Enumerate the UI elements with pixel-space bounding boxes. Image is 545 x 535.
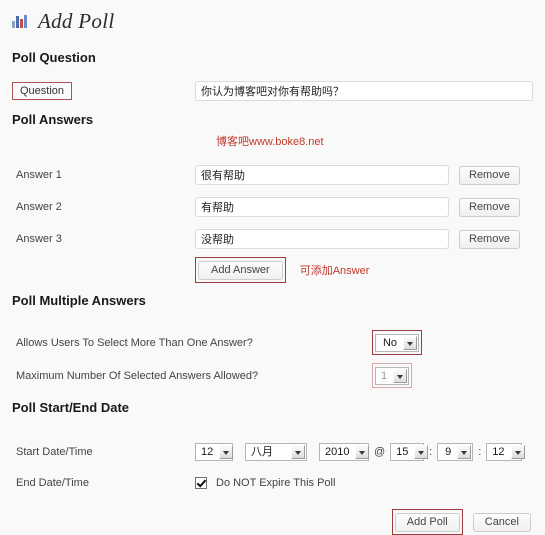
max-answers-label: Maximum Number Of Selected Answers Allow… [16,369,259,382]
add-answer-row: Add Answer 可添加Answer [0,255,545,285]
start-second-value: 12 [492,446,505,458]
answer-label: Answer 1 [16,169,62,181]
section-heading-poll-start-end-date: Poll Start/End Date [12,400,130,415]
allow-multiple-select[interactable]: No [375,334,419,352]
allow-multiple-highlight: No [372,330,422,355]
answer-label: Answer 2 [16,201,62,213]
start-month-select[interactable]: 八月 [245,443,307,461]
start-hour-value: 15 [396,446,409,458]
no-expire-label: Do NOT Expire This Poll [216,477,336,489]
add-answer-button[interactable]: Add Answer [198,261,283,280]
page-header: Add Poll [0,0,545,36]
start-year-value: 2010 [325,446,350,458]
add-poll-highlight: Add Poll [391,509,463,535]
section-heading-poll-answers: Poll Answers [12,112,94,127]
add-answer-annotation: 可添加Answer [299,265,370,277]
chevron-down-icon [414,445,429,459]
max-answers-select[interactable]: 1 [375,367,409,385]
start-date-label: Start Date/Time [16,446,93,458]
no-expire-checkbox[interactable] [195,477,207,489]
question-label-cell: Question [12,82,195,100]
end-date-row: End Date/Time Do NOT Expire This Poll [0,469,545,497]
start-year-select[interactable]: 2010 [319,443,370,461]
start-minute-value: 9 [445,446,452,458]
start-minute-select[interactable]: 9 [437,443,474,461]
time-separator: : [478,446,482,458]
remove-answer-button[interactable]: Remove [459,165,520,185]
at-separator: @ [374,446,386,458]
start-second-select[interactable]: 12 [486,443,525,461]
chevron-down-icon [393,369,408,383]
answer-row: Answer 1 Remove [0,159,545,191]
answer-input[interactable] [195,197,449,217]
start-date-row: Start Date/Time 12 八月 2010 @ 15 : 9 : 12 [0,435,545,469]
answer-input[interactable] [195,165,449,185]
section-heading-poll-multiple-answers: Poll Multiple Answers [12,293,146,308]
remove-answer-button[interactable]: Remove [459,229,520,249]
allow-multiple-label: Allows Users To Select More Than One Ans… [16,336,253,349]
page-title: Add Poll [38,8,115,33]
footer-actions: Add Poll Cancel [0,509,545,535]
answer-input[interactable] [195,229,449,249]
start-month-value: 八月 [251,446,273,458]
chevron-down-icon [219,445,234,459]
add-answer-highlight: Add Answer [195,257,286,283]
remove-answer-button[interactable]: Remove [459,197,520,217]
allow-multiple-row: Allows Users To Select More Than One Ans… [0,326,545,359]
max-answers-row: Maximum Number Of Selected Answers Allow… [0,359,545,392]
chevron-down-icon [355,445,370,459]
question-row: Question [0,81,545,101]
question-label-box: Question [12,82,73,100]
section-heading-poll-question: Poll Question [12,50,96,65]
max-answers-value: 1 [381,370,388,382]
answer-row: Answer 2 Remove [0,191,545,223]
max-answers-highlight: 1 [372,363,412,388]
start-day-value: 12 [201,446,214,458]
chevron-down-icon [457,445,472,459]
chevron-down-icon [510,445,525,459]
chevron-down-icon [403,336,417,350]
answer-label: Answer 3 [16,233,62,245]
answer-row: Answer 3 Remove [0,223,545,255]
end-date-label: End Date/Time [16,477,89,489]
add-poll-button[interactable]: Add Poll [394,513,460,532]
cancel-button[interactable]: Cancel [472,512,531,532]
start-day-select[interactable]: 12 [195,443,234,461]
bar-chart-icon [12,14,28,28]
time-separator: : [429,446,433,458]
allow-multiple-value: No [382,337,397,349]
question-input[interactable] [195,81,533,101]
chevron-down-icon [291,445,305,459]
watermark-text: 博客吧www.boke8.net [216,136,324,148]
start-hour-select[interactable]: 15 [390,443,429,461]
